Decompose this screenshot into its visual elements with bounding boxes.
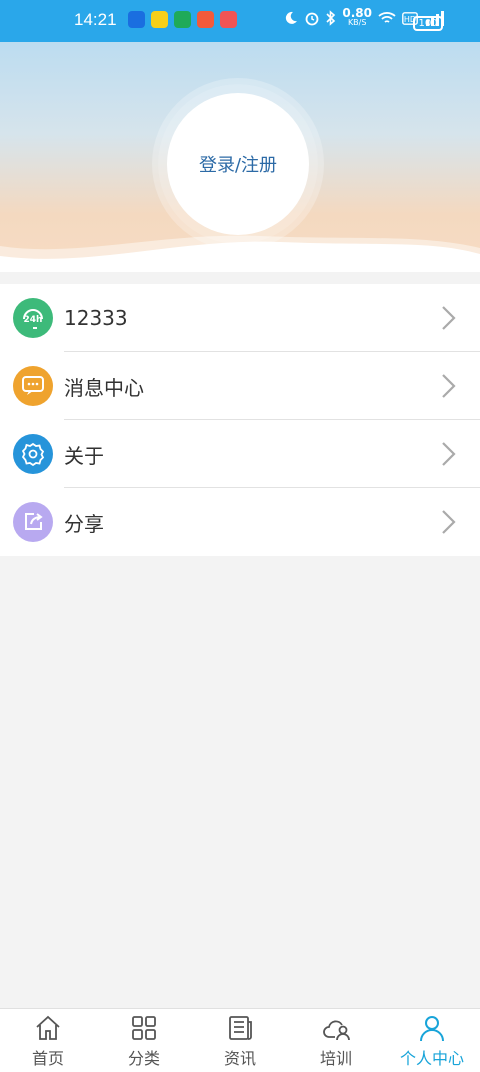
- 24h-support-icon: 24h: [13, 298, 53, 338]
- menu-item-12333[interactable]: 24h 12333: [0, 284, 480, 352]
- bottom-tab-bar: 首页 分类 资讯 培训 个人中心: [0, 1008, 480, 1072]
- avatar-ring: 登录/注册: [158, 84, 318, 244]
- tab-label: 个人中心: [399, 1049, 464, 1068]
- status-bar: 14:21 0.80 KB/S HD 100: [0, 0, 480, 42]
- tab-category[interactable]: 分类: [96, 1009, 192, 1072]
- chevron-right-icon: [442, 306, 456, 330]
- notification-app-icons: [128, 11, 237, 28]
- battery-indicator: 100: [413, 16, 443, 31]
- chevron-right-icon: [442, 510, 456, 534]
- tab-label: 培训: [319, 1049, 352, 1068]
- gear-icon: [13, 434, 53, 474]
- message-icon: [13, 366, 53, 406]
- tab-label: 首页: [31, 1049, 64, 1068]
- bluetooth-icon: [326, 10, 336, 26]
- alarm-icon: [305, 12, 319, 26]
- tab-profile[interactable]: 个人中心: [384, 1009, 480, 1072]
- network-speed-value: 0.80: [342, 6, 372, 20]
- menu-item-about[interactable]: 关于: [0, 420, 480, 488]
- svg-text:24h: 24h: [24, 315, 43, 325]
- menu-item-label: 关于: [64, 443, 104, 468]
- wifi-icon: [378, 12, 396, 23]
- cloud-user-icon: [323, 1020, 350, 1041]
- menu-item-label: 消息中心: [64, 375, 144, 400]
- tab-training[interactable]: 培训: [288, 1009, 384, 1072]
- grid-icon: [132, 1016, 156, 1040]
- chevron-right-icon: [442, 442, 456, 466]
- news-icon: [229, 1016, 252, 1040]
- share-icon: [13, 502, 53, 542]
- login-register-label: 登录/注册: [198, 155, 278, 176]
- tab-label: 分类: [127, 1049, 160, 1068]
- music-app-icon: [197, 11, 214, 28]
- tab-home[interactable]: 首页: [0, 1009, 96, 1072]
- tab-news[interactable]: 资讯: [192, 1009, 288, 1072]
- game-app-icon: [220, 11, 237, 28]
- network-speed-unit: KB/S: [347, 18, 367, 27]
- tab-label: 资讯: [223, 1049, 256, 1068]
- home-icon: [36, 1015, 60, 1040]
- alipay-app-icon: [128, 11, 145, 28]
- phone-app-icon: [174, 11, 191, 28]
- profile-header: 登录/注册: [0, 42, 480, 272]
- profile-menu: 24h 12333 消息中心 关于 分享: [0, 284, 480, 556]
- login-register-button[interactable]: 登录/注册: [167, 93, 309, 235]
- menu-item-share[interactable]: 分享: [0, 488, 480, 556]
- chevron-right-icon: [442, 374, 456, 398]
- moon-icon: [286, 11, 298, 24]
- person-icon: [420, 1016, 444, 1042]
- network-speed: 0.80 KB/S: [342, 6, 372, 28]
- status-time: 14:21: [74, 10, 117, 29]
- menu-item-label: 12333: [64, 306, 128, 330]
- menu-item-label: 分享: [64, 511, 104, 536]
- meituan-app-icon: [151, 11, 168, 28]
- menu-item-messages[interactable]: 消息中心: [0, 352, 480, 420]
